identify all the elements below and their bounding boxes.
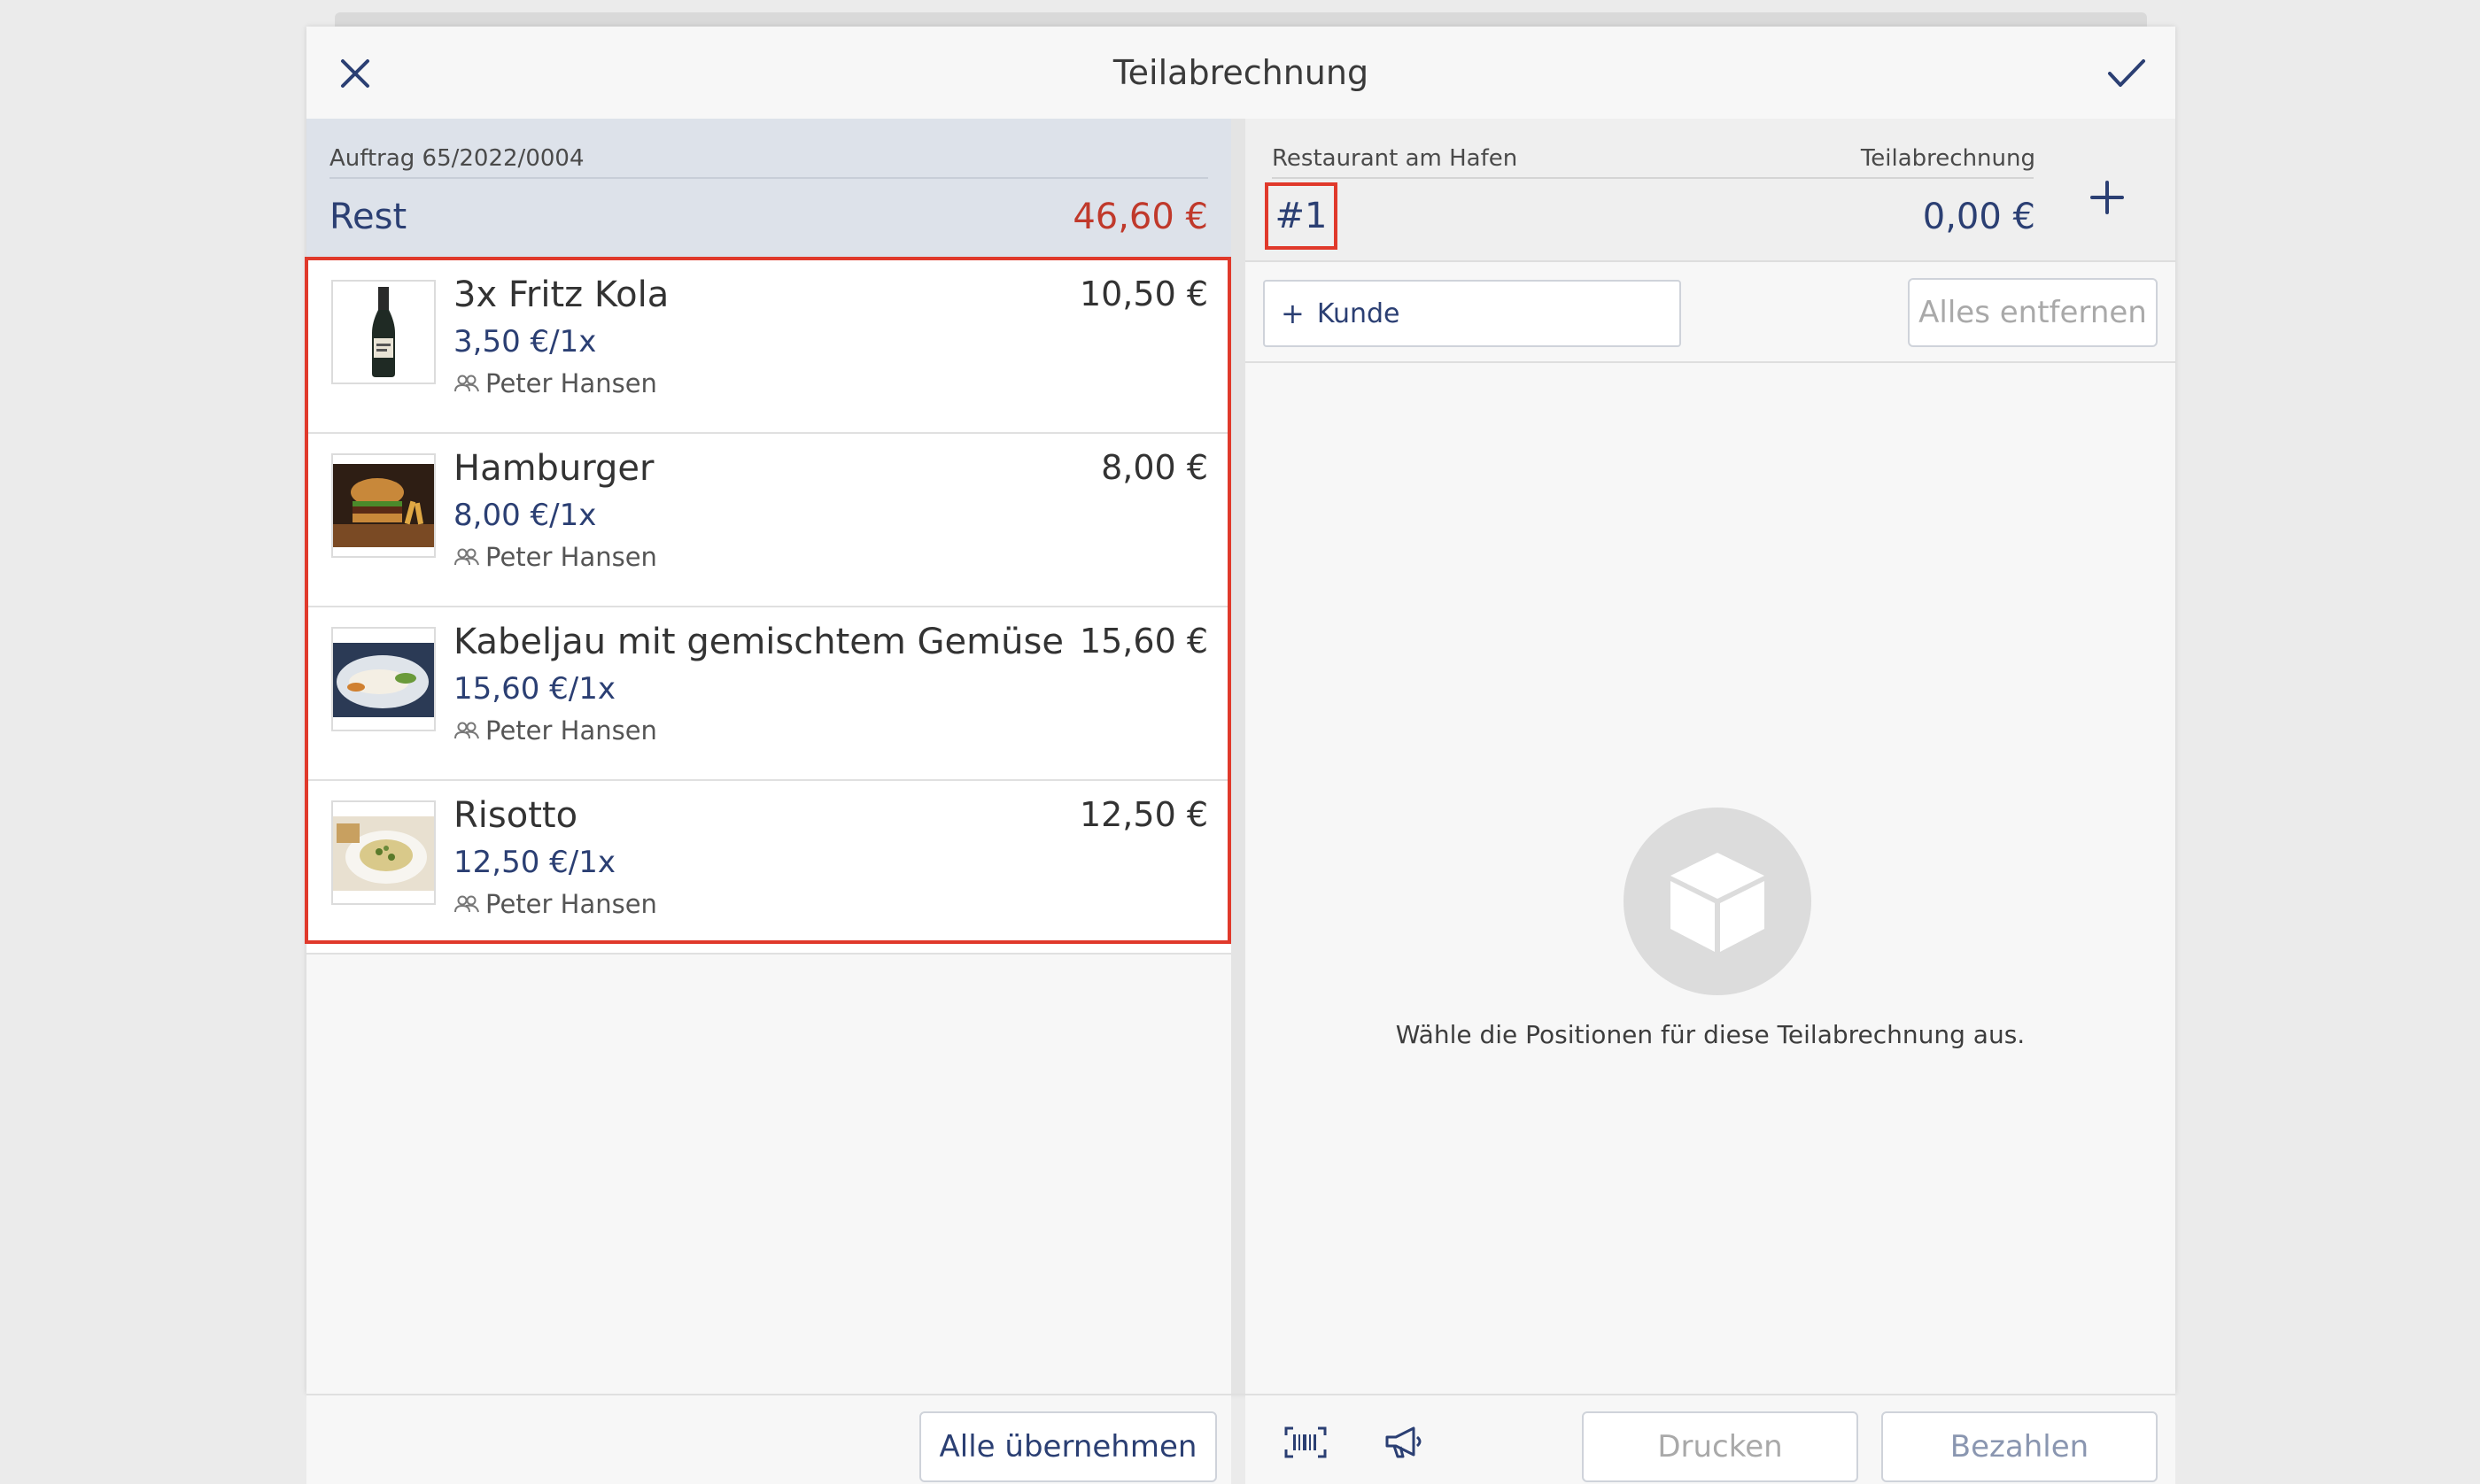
people-icon bbox=[454, 722, 479, 739]
dialog-title: Teilabrechnung bbox=[1112, 53, 1369, 92]
people-icon bbox=[454, 548, 479, 566]
add-customer-label: Kunde bbox=[1316, 298, 1400, 329]
partial-bill-summary: Restaurant am Hafen Teilabrechnung #1 0,… bbox=[1245, 119, 2175, 262]
restaurant-name: Restaurant am Hafen bbox=[1272, 145, 1518, 172]
partial-bill-amount: 0,00 € bbox=[1922, 197, 2035, 237]
item-name: Kabeljau mit gemischtem Gemüse bbox=[453, 622, 1064, 662]
add-partial-bill-button[interactable] bbox=[2076, 166, 2138, 228]
pane-divider bbox=[1231, 119, 1245, 1394]
item-guest-name: Peter Hansen bbox=[485, 542, 657, 572]
item-price: 12,50 € bbox=[1079, 795, 1208, 834]
item-image-burger bbox=[331, 453, 436, 558]
item-name: Hamburger bbox=[453, 448, 655, 489]
partial-bill-footer: Drucken Bezahlen bbox=[1245, 1394, 2175, 1484]
barcode-scan-button[interactable] bbox=[1279, 1420, 1332, 1465]
order-pane: Auftrag 65/2022/0004 Rest 46,60 € 3x Fri… bbox=[305, 119, 1231, 1484]
item-unit-price: 12,50 €/1x bbox=[453, 845, 616, 880]
checkmark-icon bbox=[2108, 59, 2145, 87]
item-unit-price: 15,60 €/1x bbox=[453, 671, 616, 707]
order-item[interactable]: 3x Fritz Kola 3,50 €/1x Peter Hansen 10,… bbox=[306, 260, 1231, 434]
item-guest: Peter Hansen bbox=[453, 542, 657, 572]
pay-button[interactable]: Bezahlen bbox=[1881, 1411, 2158, 1482]
item-guest-name: Peter Hansen bbox=[485, 889, 657, 919]
item-price: 15,60 € bbox=[1079, 622, 1208, 661]
dialog-header: Teilabrechnung bbox=[306, 27, 2175, 120]
split-bill-dialog: Teilabrechnung Auftrag 65/2022/0004 Rest… bbox=[305, 27, 2175, 1484]
divider bbox=[1272, 177, 2034, 179]
barcode-icon bbox=[1284, 1426, 1327, 1458]
item-image-cola bbox=[331, 280, 436, 384]
partial-bill-pane: Restaurant am Hafen Teilabrechnung #1 0,… bbox=[1245, 119, 2175, 1484]
item-price: 8,00 € bbox=[1101, 448, 1208, 487]
item-price: 10,50 € bbox=[1079, 274, 1208, 313]
empty-state-message: Wähle die Positionen für diese Teilabrec… bbox=[1395, 1020, 2026, 1049]
item-guest-name: Peter Hansen bbox=[485, 715, 657, 746]
empty-state: Wähle die Positionen für diese Teilabrec… bbox=[1245, 361, 2175, 1394]
partial-bill-toolbar: + Kunde Alles entfernen bbox=[1245, 262, 2175, 363]
item-guest: Peter Hansen bbox=[453, 368, 657, 398]
item-unit-price: 3,50 €/1x bbox=[453, 324, 597, 359]
item-name: Risotto bbox=[453, 795, 578, 836]
order-number: Auftrag 65/2022/0004 bbox=[329, 145, 585, 172]
box-icon bbox=[1624, 808, 1811, 995]
take-all-button[interactable]: Alle übernehmen bbox=[919, 1411, 1217, 1482]
item-image-risotto bbox=[331, 800, 436, 905]
item-name: 3x Fritz Kola bbox=[453, 274, 670, 315]
rest-label: Rest bbox=[329, 197, 407, 237]
remove-all-button[interactable]: Alles entfernen bbox=[1908, 278, 2158, 347]
partial-bill-number[interactable]: #1 bbox=[1265, 182, 1337, 250]
item-image-fish bbox=[331, 627, 436, 731]
order-item[interactable]: Kabeljau mit gemischtem Gemüse 15,60 €/1… bbox=[306, 607, 1231, 781]
item-guest: Peter Hansen bbox=[453, 715, 657, 746]
item-unit-price: 8,00 €/1x bbox=[453, 498, 597, 533]
people-icon bbox=[454, 375, 479, 392]
order-footer: Alle übernehmen bbox=[306, 1394, 1231, 1484]
add-customer-button[interactable]: + Kunde bbox=[1263, 280, 1681, 347]
order-item[interactable]: Hamburger 8,00 €/1x Peter Hansen 8,00 € bbox=[306, 434, 1231, 607]
megaphone-icon bbox=[1385, 1426, 1422, 1458]
confirm-button[interactable] bbox=[2101, 48, 2152, 99]
partial-bill-label: Teilabrechnung bbox=[1860, 145, 2035, 172]
order-item[interactable]: Risotto 12,50 €/1x Peter Hansen 12,50 € bbox=[306, 781, 1231, 955]
people-icon bbox=[454, 895, 479, 913]
order-items-list: 3x Fritz Kola 3,50 €/1x Peter Hansen 10,… bbox=[306, 260, 1231, 955]
announcement-button[interactable] bbox=[1378, 1420, 1431, 1465]
rest-amount: 46,60 € bbox=[1073, 197, 1208, 237]
print-button[interactable]: Drucken bbox=[1582, 1411, 1858, 1482]
item-guest-name: Peter Hansen bbox=[485, 368, 657, 398]
order-summary: Auftrag 65/2022/0004 Rest 46,60 € bbox=[306, 119, 1231, 260]
item-guest: Peter Hansen bbox=[453, 889, 657, 919]
divider bbox=[329, 177, 1208, 179]
plus-icon bbox=[2090, 181, 2124, 214]
plus-icon: + bbox=[1281, 297, 1305, 330]
